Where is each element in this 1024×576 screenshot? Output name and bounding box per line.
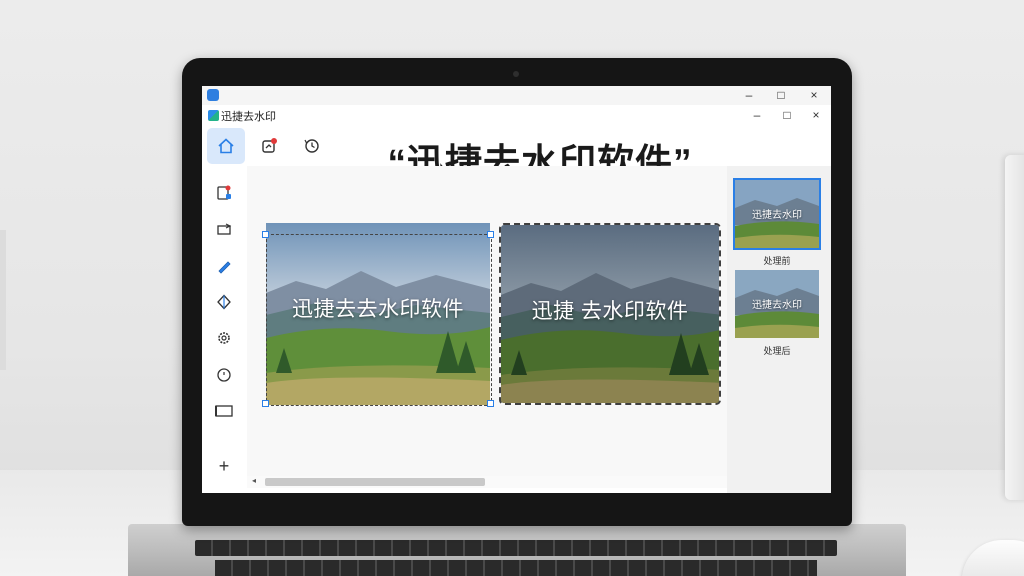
- webcam: [513, 71, 519, 77]
- app-logo-icon: [208, 110, 219, 121]
- os-titlebar: – □ ×: [202, 86, 831, 106]
- laptop-screen: – □ × 迅捷去水印 – □ × “迅捷去水印软件” + 迅捷去去水印软件 迅…: [202, 86, 831, 493]
- scrollbar-thumb[interactable]: [265, 478, 485, 486]
- thumbnail-before-watermark: 迅捷去水印: [752, 210, 802, 221]
- thumbnail-panel: 迅捷去水印 处理前 迅捷去水印 处理后: [727, 166, 831, 493]
- thumbnail-after-caption: 处理后: [763, 346, 791, 356]
- app-titlebar: 迅捷去水印 – □ ×: [202, 105, 831, 126]
- thumbnail-before[interactable]: 迅捷去水印: [733, 178, 821, 250]
- sidebar-item-erase[interactable]: [209, 288, 239, 316]
- thumbnail-after[interactable]: 迅捷去水印: [735, 270, 819, 338]
- history-icon: [304, 139, 319, 153]
- settings-icon: [218, 332, 230, 344]
- edit-button[interactable]: [250, 128, 288, 164]
- crop-icon: [217, 223, 232, 235]
- thumbnail-before-caption: 处理前: [763, 256, 791, 266]
- resize-handle-bottom-left[interactable]: [262, 400, 269, 407]
- history-button[interactable]: [293, 128, 331, 164]
- side-device: [1005, 155, 1024, 500]
- resize-handle-top-left[interactable]: [262, 231, 269, 238]
- home-icon: [218, 138, 234, 154]
- app-title: 迅捷去水印: [221, 111, 276, 123]
- resize-handle-bottom-right[interactable]: [487, 400, 494, 407]
- edit-icon: [262, 138, 277, 153]
- home-button[interactable]: [207, 128, 245, 164]
- brush-icon: [218, 261, 231, 274]
- sidebar-item-clock[interactable]: [209, 361, 239, 389]
- clock-icon: [217, 368, 231, 382]
- image-remove-icon: [217, 185, 231, 200]
- selection-box[interactable]: [266, 234, 492, 406]
- thumbnail-after-watermark: 迅捷去水印: [752, 300, 802, 311]
- scroll-left-icon[interactable]: ◂: [252, 476, 256, 485]
- os-close-button[interactable]: ×: [807, 87, 821, 103]
- laptop-keyboard: [195, 540, 837, 556]
- erase-icon: [217, 294, 231, 310]
- resize-handle-top-right[interactable]: [487, 231, 494, 238]
- laptop-keyboard-row: [215, 560, 817, 576]
- frame-icon: [215, 405, 233, 417]
- os-maximize-button[interactable]: □: [774, 87, 788, 103]
- after-watermark: 迅捷 去水印软件: [531, 300, 689, 323]
- tool-sidebar: +: [202, 166, 247, 493]
- after-image: 迅捷 去水印软件: [499, 223, 721, 405]
- sidebar-item-settings[interactable]: [209, 324, 239, 352]
- sidebar-item-brush[interactable]: [209, 252, 239, 280]
- background-object: [0, 230, 6, 370]
- sidebar-item-frame[interactable]: [209, 397, 239, 425]
- maximize-button[interactable]: □: [780, 107, 794, 123]
- horizontal-scrollbar[interactable]: ◂: [247, 476, 727, 488]
- sidebar-add-button[interactable]: +: [209, 452, 239, 480]
- minimize-button[interactable]: –: [750, 107, 764, 123]
- sidebar-item-remove-image[interactable]: [209, 179, 239, 207]
- close-button[interactable]: ×: [809, 107, 823, 123]
- sidebar-item-crop[interactable]: [209, 216, 239, 244]
- os-app-icon: [207, 89, 219, 101]
- os-minimize-button[interactable]: –: [742, 87, 756, 103]
